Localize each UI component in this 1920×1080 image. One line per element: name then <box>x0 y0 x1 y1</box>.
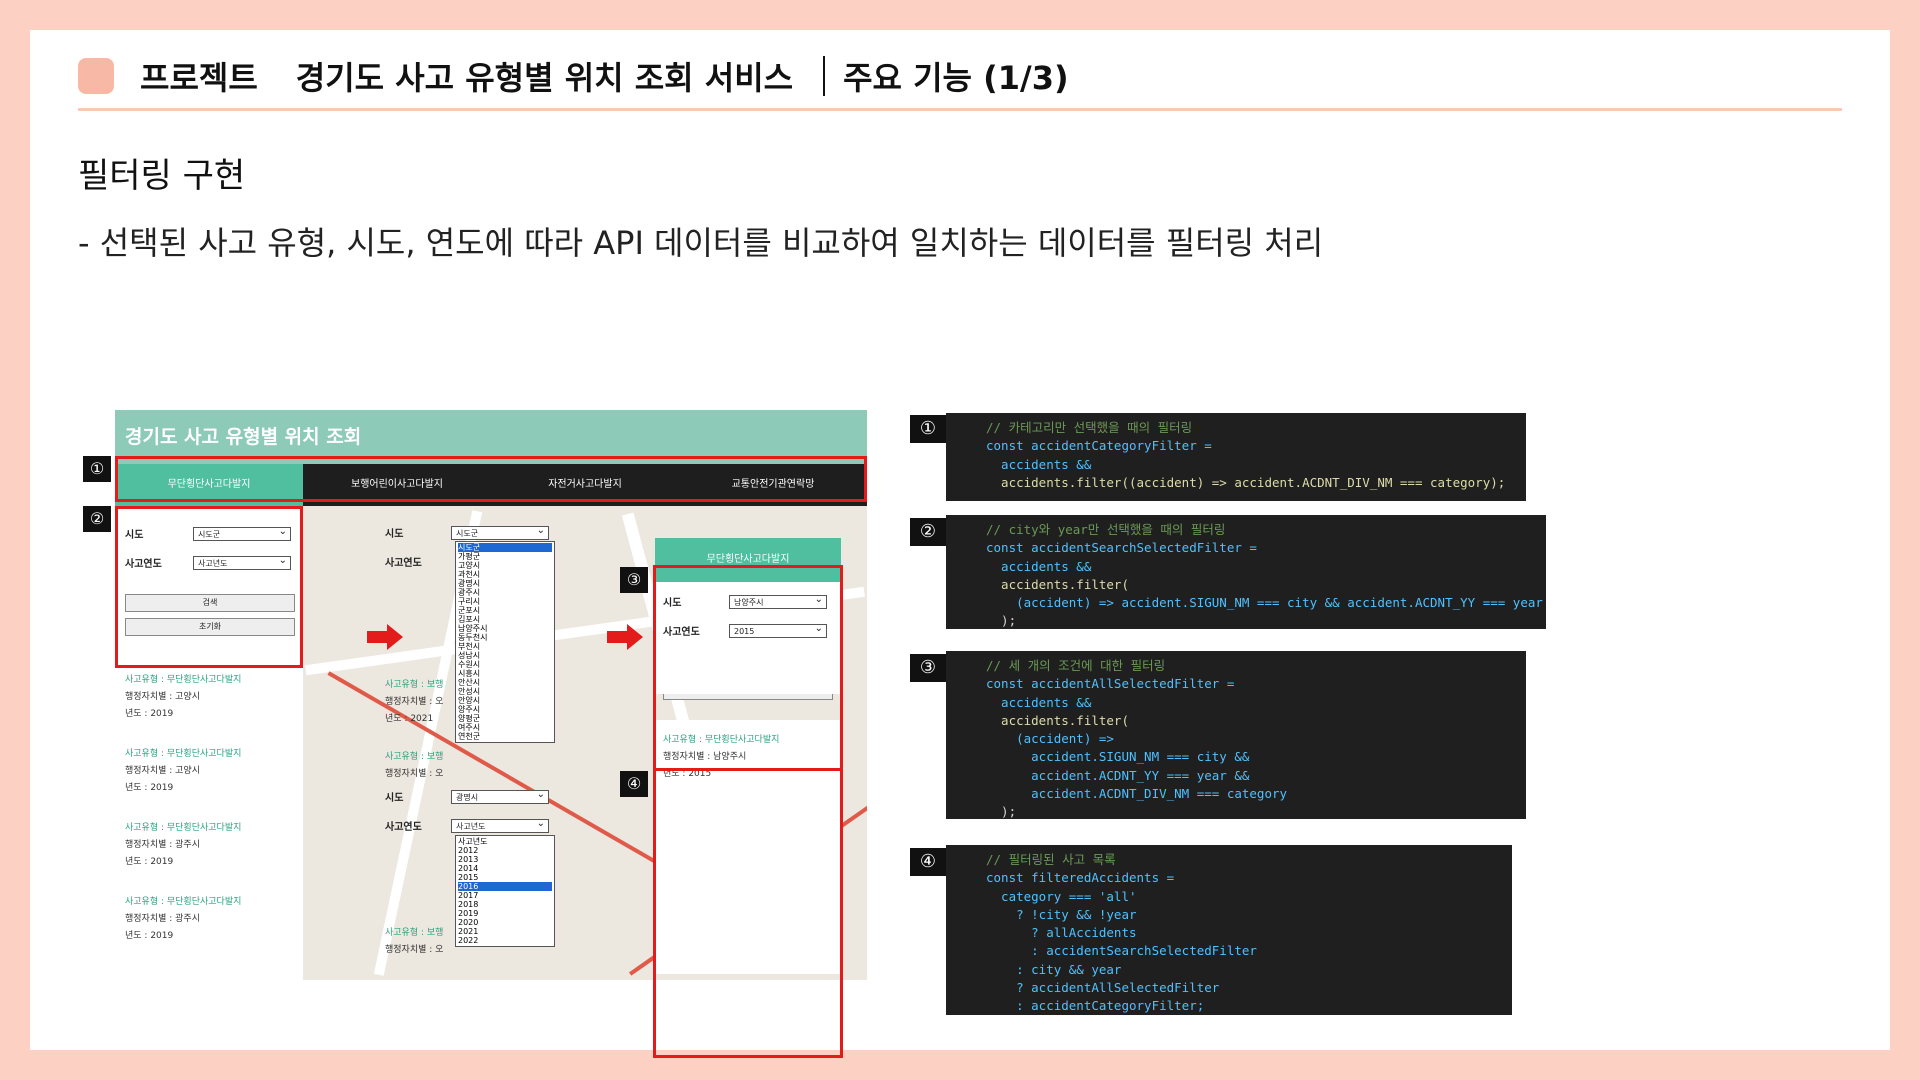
code-block-1: // 카테고리만 선택했을 때의 필터링 const accidentCatego… <box>946 413 1526 501</box>
highlight-box-3 <box>653 565 843 771</box>
project-label: 프로젝트 <box>140 59 258 97</box>
header-rule <box>78 108 1842 111</box>
code-block-4: // 필터링된 사고 목록 const filteredAccidents = c… <box>946 845 1512 1015</box>
header-divider <box>823 56 826 96</box>
marker-3: ③ <box>620 567 648 593</box>
header-dot-icon <box>78 58 114 94</box>
middle-dropdown-demo: 시도시도군 사고연도 시도군 가평군고양시과천시광명시광주시구리시군포시김포시남… <box>385 524 555 975</box>
year-options-list[interactable]: 사고년도 2012 2013 2014 2015 2016 2017 2018 2019 20… <box>455 835 555 947</box>
list-item[interactable]: 사고유형 : 무단횡단사고다발지 행정자치별 : 고양시 년도 : 2019 <box>125 746 241 797</box>
slide-header: 프로젝트 경기도 사고 유형별 위치 조회 서비스 주요 기능 (1/3) <box>78 48 1069 104</box>
section-label: 주요 기능 (1/3) <box>843 59 1069 97</box>
city-select-2[interactable]: 광명시 <box>451 788 549 804</box>
arrow-right-icon <box>607 624 643 650</box>
marker-4: ④ <box>620 771 648 797</box>
slide: 프로젝트 경기도 사고 유형별 위치 조회 서비스 주요 기능 (1/3) 필터… <box>30 30 1890 1058</box>
list-item[interactable]: 사고유형 : 보행 행정자치별 : 오 <box>385 749 443 783</box>
highlight-box-4 <box>653 768 843 1058</box>
code-marker-4: ④ <box>910 848 946 876</box>
marker-1: ① <box>83 456 111 482</box>
list-item[interactable]: 사고유형 : 무단횡단사고다발지 행정자치별 : 광주시 년도 : 2019 <box>125 894 241 945</box>
description: - 선택된 사고 유형, 시도, 연도에 따라 API 데이터를 비교하여 일치… <box>78 224 1324 262</box>
list-item[interactable]: 사고유형 : 무단횡단사고다발지 행정자치별 : 고양시 년도 : 2019 <box>125 672 241 723</box>
marker-2: ② <box>83 506 111 532</box>
arrow-right-icon <box>367 624 403 650</box>
code-marker-2: ② <box>910 518 946 546</box>
code-block-2: // city와 year만 선택했을 때의 필터링 const accident… <box>946 515 1546 629</box>
code-marker-3: ③ <box>910 654 946 682</box>
year-select-open[interactable]: 사고년도 <box>451 817 549 833</box>
app-screenshot: 경기도 사고 유형별 위치 조회 무단횡단사고다발지 보행어린이사고다발지 자전… <box>83 410 867 1058</box>
list-item[interactable]: 사고유형 : 보행 행정자치별 : 오 <box>385 925 443 959</box>
city-select-open[interactable]: 시도군 <box>451 524 549 540</box>
list-item[interactable]: 사고유형 : 보행 행정자치별 : 오 년도 : 2021 <box>385 677 443 728</box>
highlight-box-2 <box>115 506 303 668</box>
code-block-3: // 세 개의 조건에 대한 필터링 const accidentAllSelec… <box>946 651 1526 819</box>
city-options-list[interactable]: 시도군 가평군 고양시 과천시 광명시 광주시 구리시 군포시 김포시 남양주시 동두천시 부천시 성… <box>455 541 555 743</box>
list-item[interactable]: 사고유형 : 무단횡단사고다발지 행정자치별 : 광주시 년도 : 2019 <box>125 820 241 871</box>
project-title: 경기도 사고 유형별 위치 조회 서비스 <box>295 59 794 97</box>
highlight-box-1 <box>115 456 867 502</box>
code-marker-1: ① <box>910 415 946 443</box>
section-title: 필터링 구현 <box>78 156 246 196</box>
